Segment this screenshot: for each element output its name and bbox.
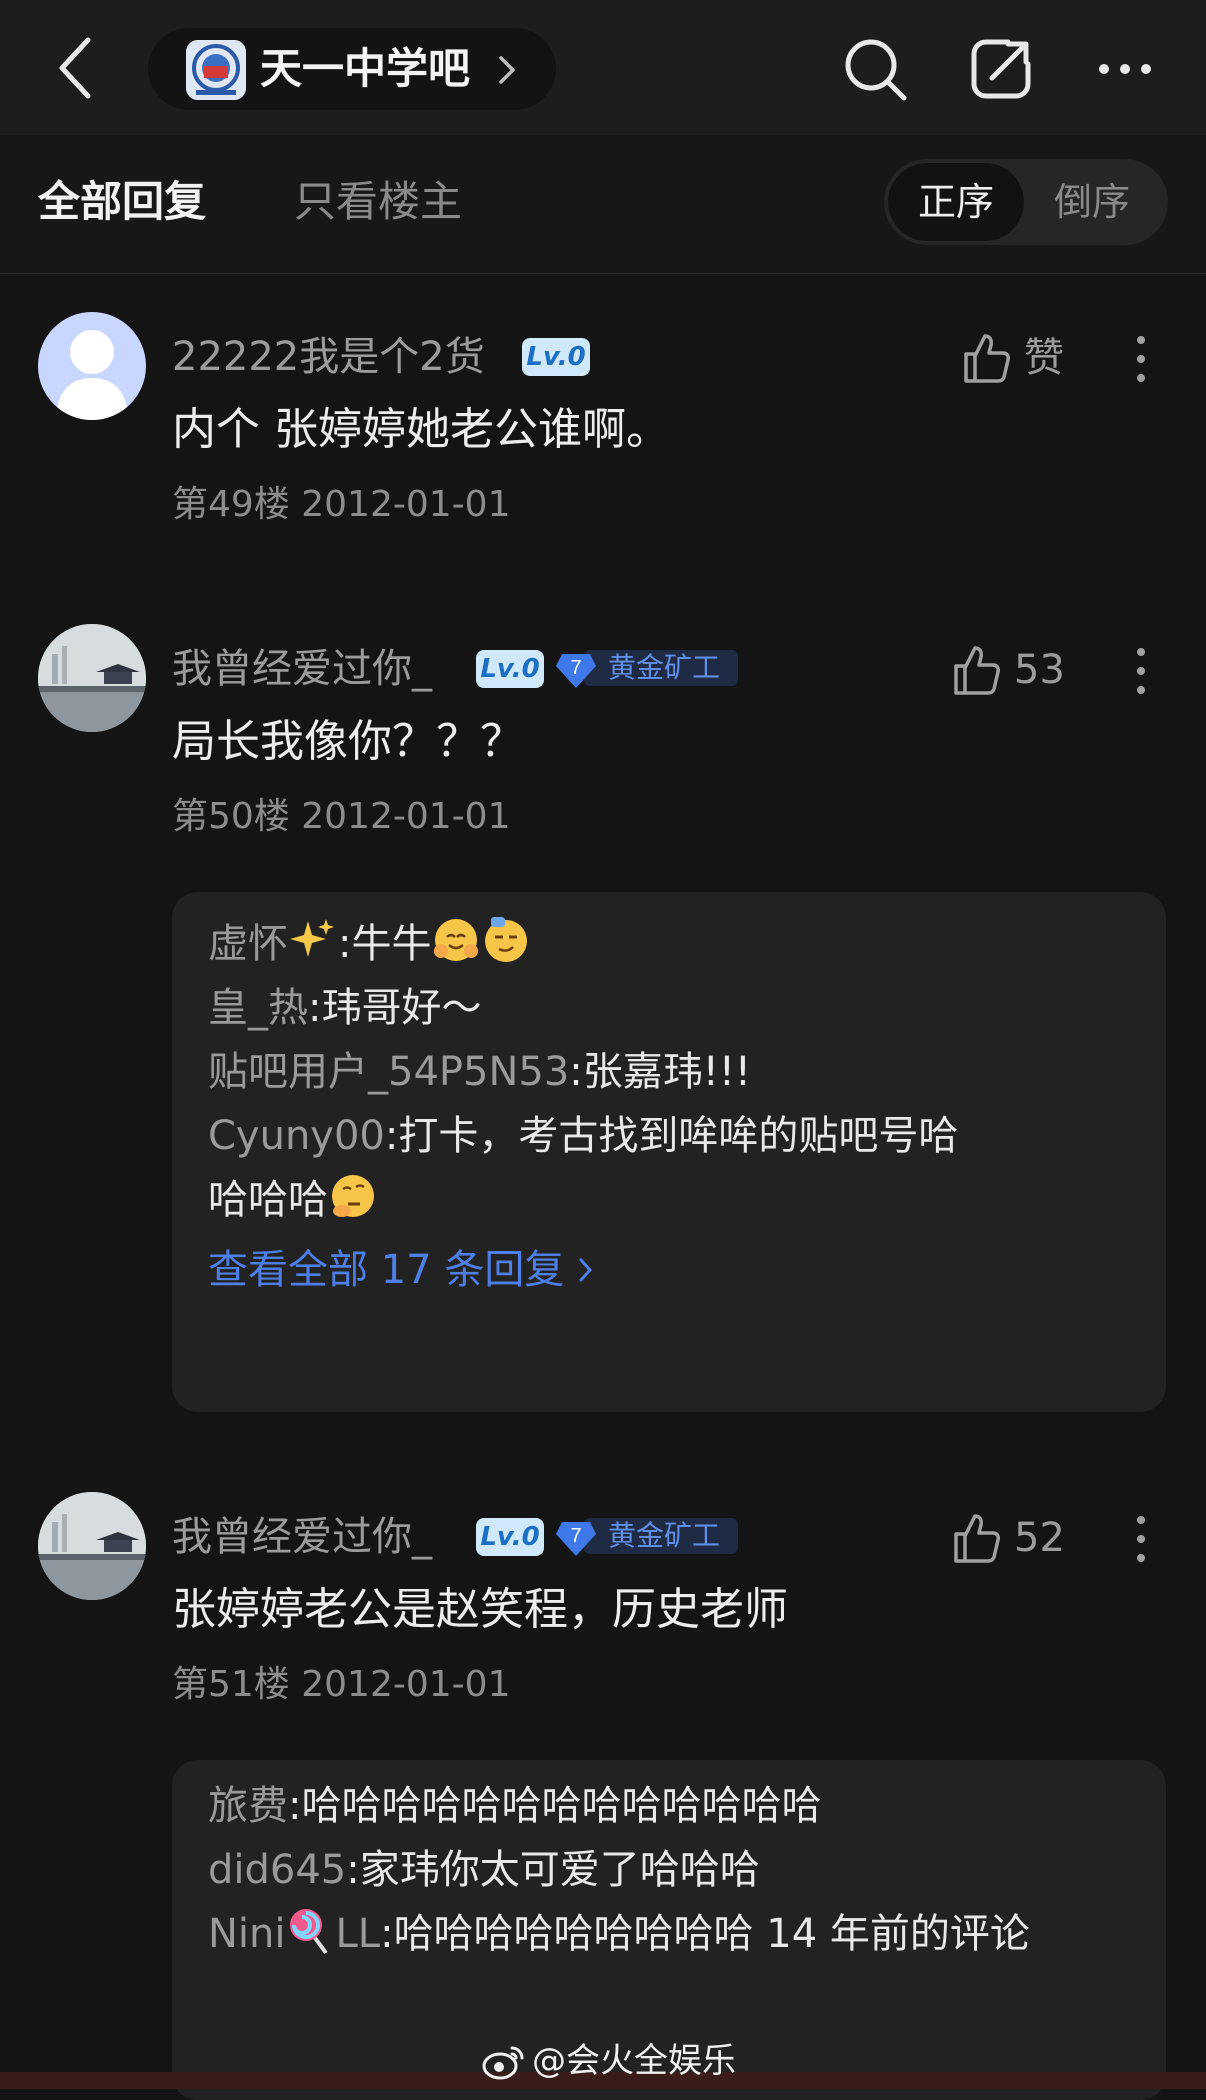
sub-reply: 虚怀:牛牛 (208, 912, 1138, 976)
forum-name: 天一中学吧 (260, 44, 471, 93)
like-count: 53 (1014, 647, 1065, 693)
sub-reply-separator: : (380, 1911, 394, 1957)
sub-reply-author[interactable]: Nini LL (208, 1909, 381, 1957)
level-badge: Lv.0 (476, 650, 544, 688)
like-button[interactable]: 53 (952, 640, 1072, 700)
smirk-emoji-icon (485, 917, 528, 962)
sort-ascending-button[interactable]: 正序 (888, 163, 1024, 241)
search-icon[interactable] (842, 36, 908, 102)
username[interactable]: 我曾经爱过你_ (172, 644, 432, 694)
sub-reply: Cyuny00:打卡，考古找到哞哞的贴吧号哈哈哈哈 (208, 1104, 998, 1232)
post-item: 我曾经爱过你_ Lv.0 黄金矿工 7 52 张婷婷老公是赵笑程，历史老师 第5… (0, 1492, 1206, 2100)
post-item: 我曾经爱过你_ Lv.0 黄金矿工 7 53 局长我像你？？？ 第50楼 201… (0, 624, 1206, 1414)
avatar[interactable] (38, 624, 146, 732)
avatar[interactable] (38, 312, 146, 420)
diamond-level-number: 7 (570, 657, 581, 679)
thinking-emoji-icon (332, 1175, 374, 1217)
like-button[interactable]: 赞 (962, 328, 1072, 388)
sub-reply-separator: : (569, 1049, 583, 1095)
post-more-icon[interactable] (1124, 646, 1158, 696)
sub-reply-text: 哈哈哈哈哈哈哈哈哈 14 年前的评论 (393, 1911, 1030, 1957)
back-icon[interactable] (56, 36, 96, 100)
sub-reply-text: 牛牛 (351, 921, 432, 967)
sub-reply: 旅费:哈哈哈哈哈哈哈哈哈哈哈哈哈 (208, 1774, 1138, 1838)
sort-descending-button[interactable]: 倒序 (1024, 163, 1160, 241)
sub-reply-author[interactable]: Cyuny00 (208, 1113, 385, 1159)
sub-reply-author-part2: LL (335, 1911, 381, 1957)
post-content: 张婷婷老公是赵笑程，历史老师 (172, 1584, 788, 1635)
sparkles-icon (290, 919, 334, 957)
post-content: 内个 张婷婷她老公谁啊。 (172, 404, 670, 455)
sub-reply-separator: : (346, 1847, 360, 1893)
username[interactable]: 我曾经爱过你_ (172, 1512, 432, 1562)
sub-reply-text: 哈哈哈哈哈哈哈哈哈哈哈哈哈 (301, 1783, 822, 1829)
sub-reply-separator: : (288, 1783, 302, 1829)
diamond-level-icon: 7 (556, 654, 596, 688)
sub-reply: Nini LL:哈哈哈哈哈哈哈哈哈 14 年前的评论 (208, 1902, 1138, 1966)
chevron-right-icon (499, 56, 515, 84)
tab-op-only[interactable]: 只看楼主 (294, 135, 462, 269)
level-badge: Lv.0 (522, 338, 590, 376)
username[interactable]: 22222我是个2货 (172, 332, 485, 382)
sub-reply: 皇_热:玮哥好～ (208, 976, 1138, 1040)
more-icon[interactable] (1092, 36, 1158, 102)
tab-all-replies[interactable]: 全部回复 (38, 135, 206, 269)
post-floor-date: 第50楼 2012-01-01 (172, 796, 511, 837)
lollipop-icon (289, 1909, 328, 1955)
sub-reply-text: 张嘉玮!!! (582, 1049, 751, 1095)
sub-reply: did645:家玮你太可爱了哈哈哈 (208, 1838, 1138, 1902)
post-content: 局长我像你？？？ (172, 716, 524, 767)
forum-entry-button[interactable]: 天一中学吧 (148, 28, 556, 110)
view-all-replies-link[interactable]: 查看全部 17 条回复 (208, 1238, 595, 1302)
hug-emoji-icon (434, 919, 479, 961)
sub-reply-separator: : (338, 921, 352, 967)
honor-badge-title: 黄金矿工 (584, 1518, 738, 1554)
honor-badge: 黄金矿工 7 (554, 1514, 738, 1558)
thumbs-up-icon (954, 1514, 1000, 1563)
like-label: 赞 (1024, 335, 1064, 381)
thumbs-up-icon (954, 646, 1000, 695)
sub-reply-author[interactable]: 虚怀 (208, 921, 288, 967)
sub-reply-author[interactable]: 旅费 (208, 1783, 288, 1829)
diamond-level-number: 7 (570, 1525, 581, 1547)
sub-reply-author[interactable]: did645 (208, 1847, 346, 1893)
sort-order-toggle: 正序 倒序 (884, 159, 1168, 245)
level-badge: Lv.0 (476, 1518, 544, 1556)
post-more-icon[interactable] (1124, 334, 1158, 384)
sub-reply: 贴吧用户_54P5N53:张嘉玮!!! (208, 1040, 1138, 1104)
honor-badge-title: 黄金矿工 (584, 650, 738, 686)
like-button[interactable]: 52 (952, 1508, 1072, 1568)
watermark-text: @会火全娱乐 (532, 2041, 736, 2081)
sub-reply-separator: : (384, 1113, 399, 1159)
share-icon[interactable] (968, 36, 1034, 102)
sub-reply-author-part1: Nini (208, 1911, 286, 1957)
top-nav-bar: 天一中学吧 (0, 0, 1206, 135)
sub-reply-author[interactable]: 贴吧用户_54P5N53 (208, 1049, 569, 1095)
chevron-right-icon (579, 1258, 593, 1282)
sub-reply-text: 玮哥好～ (321, 985, 482, 1031)
post-floor-date: 第49楼 2012-01-01 (172, 484, 511, 525)
sub-reply-text: 家玮你太可爱了哈哈哈 (359, 1847, 760, 1893)
view-all-replies-label: 查看全部 17 条回复 (208, 1247, 565, 1293)
post-item: 22222我是个2货 Lv.0 赞 内个 张婷婷她老公谁啊。 第49楼 2012… (0, 312, 1206, 542)
sub-replies-box[interactable]: 虚怀:牛牛 皇_热:玮哥好～ 贴吧用户_54P5N53:张嘉玮!!! Cyuny… (172, 892, 1166, 1412)
sub-reply-author[interactable]: 皇_热 (208, 985, 308, 1031)
thumbs-up-icon (964, 334, 1010, 383)
like-count: 52 (1014, 1515, 1065, 1561)
diamond-level-icon: 7 (556, 1522, 596, 1556)
avatar[interactable] (38, 1492, 146, 1600)
sub-reply-separator: : (308, 985, 322, 1031)
forum-logo-icon (186, 40, 246, 100)
honor-badge: 黄金矿工 7 (554, 646, 738, 690)
post-floor-date: 第51楼 2012-01-01 (172, 1664, 511, 1705)
post-more-icon[interactable] (1124, 1514, 1158, 1564)
weibo-logo-icon (482, 2046, 524, 2080)
reply-filter-tabs: 全部回复 只看楼主 正序 倒序 (0, 135, 1206, 274)
